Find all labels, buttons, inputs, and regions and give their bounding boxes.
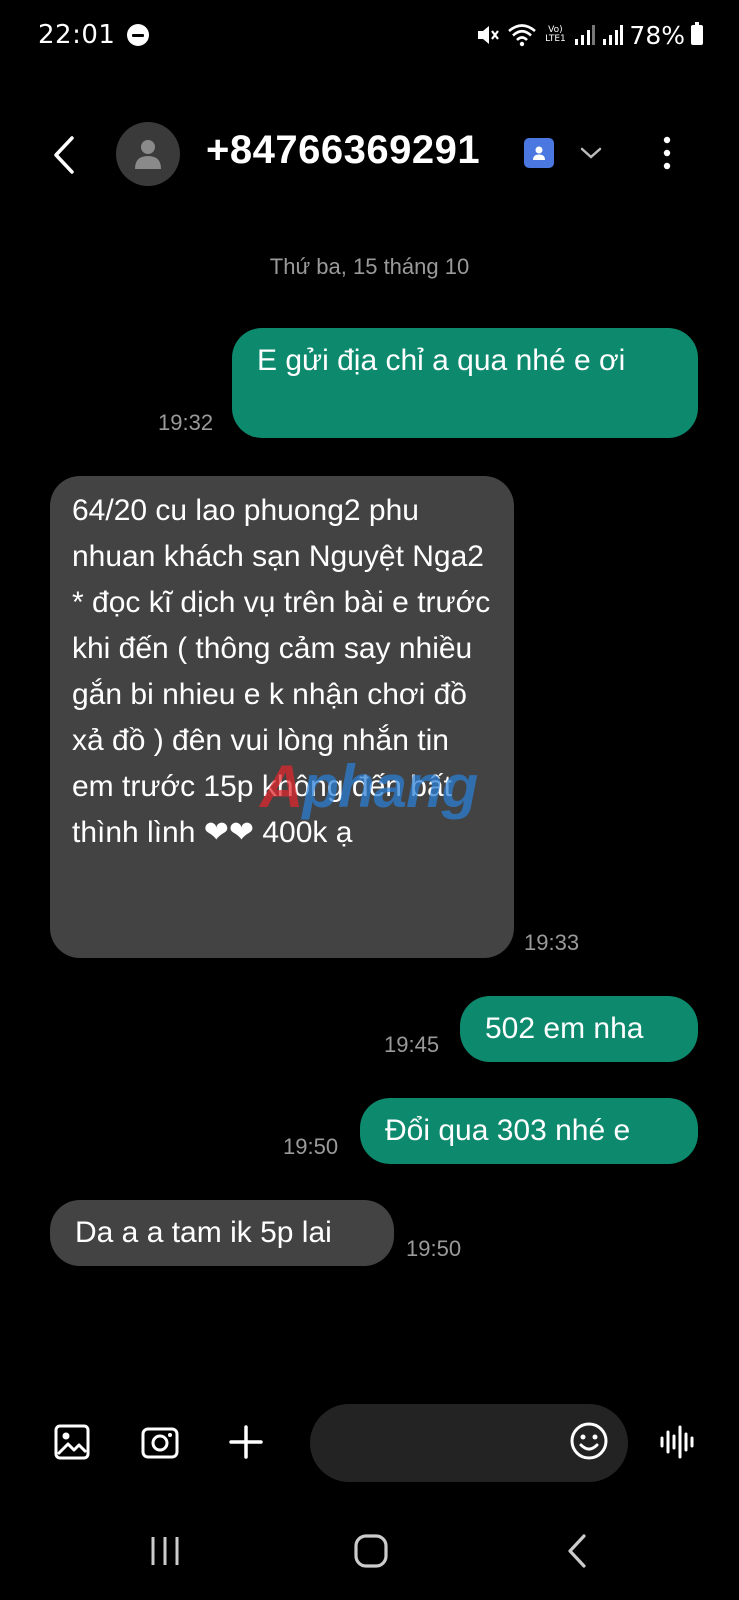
conversation-header: +84766369291: [0, 110, 739, 200]
avatar[interactable]: [116, 122, 180, 186]
contact-card-icon[interactable]: [524, 138, 554, 168]
system-nav-bar: [0, 1510, 739, 1590]
status-time: 22:01: [38, 20, 116, 50]
voice-waveform-icon: [660, 1425, 694, 1459]
home-button[interactable]: [346, 1526, 396, 1576]
contact-name[interactable]: +84766369291: [206, 128, 480, 173]
message-bubble-outgoing[interactable]: Đổi qua 303 nhé e: [360, 1098, 698, 1164]
battery-icon: [691, 22, 703, 45]
add-attachment-button[interactable]: [224, 1420, 268, 1464]
mute-icon: [478, 26, 500, 44]
camera-button[interactable]: [138, 1420, 182, 1464]
message-time: 19:32: [158, 410, 214, 435]
message-bubble-incoming[interactable]: Da a a tam ik 5p lai: [50, 1200, 394, 1266]
expand-button[interactable]: [576, 138, 606, 168]
message-bubble-outgoing[interactable]: 502 em nha: [460, 996, 698, 1062]
signal-icon-1: [575, 25, 596, 45]
recents-icon: [151, 1537, 179, 1565]
wifi-icon: [508, 24, 537, 47]
emoji-button[interactable]: [566, 1418, 612, 1464]
voice-record-button[interactable]: [656, 1420, 700, 1464]
back-arrow-icon: [54, 136, 74, 174]
message-text: 502 em nha: [485, 1012, 644, 1045]
message-time: 19:45: [384, 1032, 440, 1057]
message-text: Da a a tam ik 5p lai: [75, 1216, 332, 1249]
message-text: Đổi qua 303 nhé e: [385, 1114, 631, 1147]
gallery-icon: [54, 1424, 90, 1460]
message-bubble-outgoing[interactable]: E gửi địa chỉ a qua nhé e ơi: [232, 328, 698, 438]
back-nav-button[interactable]: [552, 1526, 602, 1576]
message-time: 19:50: [406, 1236, 462, 1261]
status-bar: 22:01 Vo) LTE1 78%: [0, 0, 739, 70]
gallery-button[interactable]: [50, 1420, 94, 1464]
message-composer: [0, 1400, 739, 1484]
date-separator: Thứ ba, 15 tháng 10: [269, 254, 470, 279]
camera-icon: [141, 1427, 179, 1459]
back-nav-icon: [568, 1534, 586, 1568]
message-time: 19:50: [283, 1134, 339, 1159]
messages-screen: 22:01 Vo) LTE1 78% +84766369291 Thứ ba, …: [0, 0, 739, 1600]
chevron-down-icon: [580, 147, 602, 159]
message-bubble-incoming[interactable]: 64/20 cu lao phuong2 phu nhuan khách sạn…: [50, 476, 514, 958]
recents-button[interactable]: [140, 1526, 190, 1576]
home-icon: [354, 1534, 388, 1568]
back-button[interactable]: [44, 132, 84, 178]
message-time: 19:33: [524, 930, 580, 955]
do-not-disturb-icon: [127, 24, 150, 46]
emoji-icon: [570, 1422, 608, 1460]
plus-icon: [229, 1425, 263, 1459]
message-text: E gửi địa chỉ a qua nhé e ơi: [257, 344, 626, 377]
network-badge: Vo) LTE1: [545, 25, 566, 44]
watermark-logo: Aphang: [260, 753, 478, 820]
more-vert-icon: [663, 136, 671, 170]
battery-percent: 78%: [629, 20, 685, 50]
avatar-icon: [135, 140, 161, 169]
more-options-button[interactable]: [652, 130, 682, 176]
signal-icon-2: [603, 25, 624, 45]
